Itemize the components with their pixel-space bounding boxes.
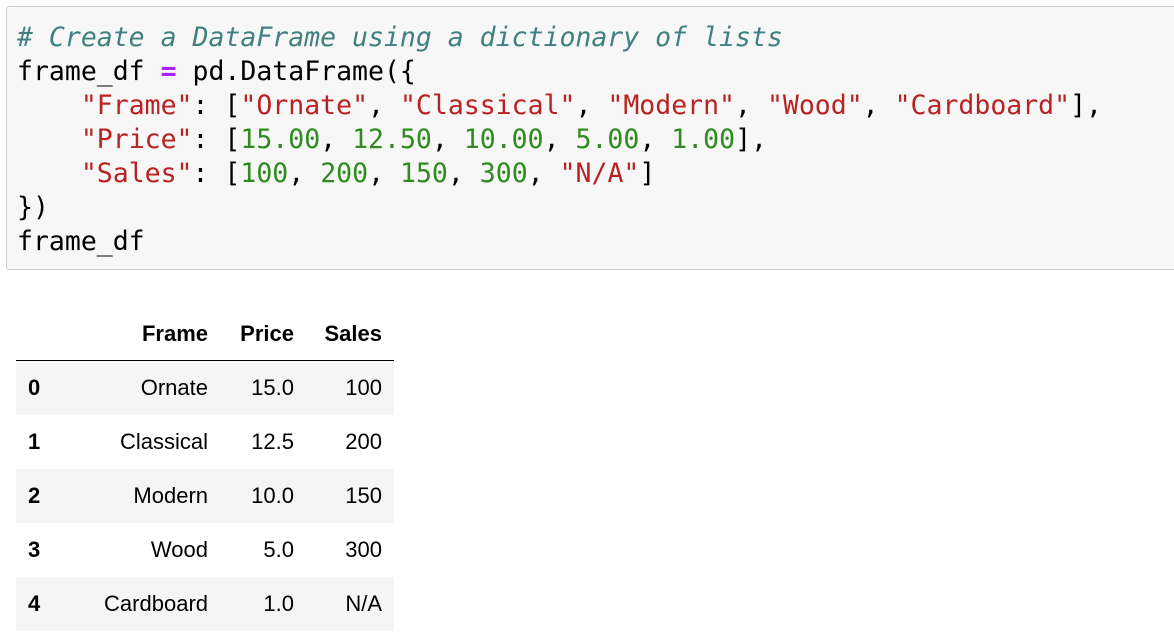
code-input-cell[interactable]: # Create a DataFrame using a dictionary … [6, 6, 1174, 270]
column-header-frame: Frame [78, 308, 210, 361]
dataframe-output-table: Frame Price Sales 0 Ornate 15.0 100 1 Cl… [16, 308, 394, 631]
price-key: "Price" [80, 124, 193, 155]
code-close: }) [17, 192, 49, 223]
price-value: 1.00 [671, 124, 736, 155]
price-value: 5.00 [575, 124, 640, 155]
index-header [16, 308, 78, 361]
table-row: 2 Modern 10.0 150 [16, 469, 394, 523]
cell-frame: Classical [119, 429, 208, 454]
cell-frame: Cardboard [104, 591, 208, 616]
cell-price: 1.0 [263, 591, 294, 616]
cell-price: 5.0 [263, 537, 294, 562]
cell-sales: 150 [345, 483, 382, 508]
table-row: 3 Wood 5.0 300 [16, 523, 394, 577]
price-end: ], [735, 124, 767, 155]
column-header-sales: Sales [294, 308, 394, 361]
price-sep: : [ [192, 124, 241, 155]
cell-sales: 300 [345, 537, 382, 562]
assignment-operator: = [160, 56, 177, 87]
code-dataframe-call: pd.DataFrame({ [176, 56, 416, 87]
frame-end: ], [1070, 90, 1103, 121]
row-index: 1 [28, 429, 41, 454]
frame-value: "Ornate" [240, 90, 369, 121]
frame-key: "Frame" [80, 90, 193, 121]
frame-value: "Cardboard" [894, 90, 1071, 121]
cell-sales: N/A [345, 591, 382, 616]
frame-sep: : [ [192, 90, 241, 121]
frame-value: "Classical" [399, 90, 576, 121]
row-index: 0 [28, 375, 41, 400]
cell-price: 15.0 [251, 375, 294, 400]
sales-value: 200 [320, 158, 369, 189]
column-header-price: Price [210, 308, 294, 361]
sales-value: 300 [479, 158, 528, 189]
table-row: 1 Classical 12.5 200 [16, 415, 394, 469]
row-index: 3 [28, 537, 41, 562]
code-assignment-target: frame_df [17, 56, 161, 87]
cell-frame: Ornate [140, 375, 208, 400]
row-index: 4 [28, 591, 41, 616]
table-row: 0 Ornate 15.0 100 [16, 360, 394, 415]
sales-sep: : [ [192, 158, 241, 189]
cell-price: 12.5 [251, 429, 294, 454]
price-value: 12.50 [352, 124, 432, 155]
code-editor[interactable]: # Create a DataFrame using a dictionary … [17, 21, 1102, 259]
cell-frame: Modern [133, 483, 208, 508]
code-comment: # Create a DataFrame using a dictionary … [17, 22, 783, 53]
cell-price: 10.0 [251, 483, 294, 508]
table-row: 4 Cardboard 1.0 N/A [16, 577, 394, 631]
price-value: 15.00 [240, 124, 321, 155]
price-value: 10.00 [463, 124, 544, 155]
sales-end: ] [639, 158, 656, 189]
row-index: 2 [28, 483, 41, 508]
frame-value: "Wood" [766, 90, 863, 121]
code-output-expression: frame_df [17, 226, 145, 257]
sales-value: 100 [240, 158, 289, 189]
table-header-row: Frame Price Sales [16, 308, 394, 361]
sales-value: 150 [399, 158, 448, 189]
cell-sales: 100 [345, 375, 382, 400]
cell-sales: 200 [345, 429, 382, 454]
sales-string-value: "N/A" [559, 158, 640, 189]
sales-key: "Sales" [80, 158, 193, 189]
frame-value: "Modern" [607, 90, 736, 121]
cell-frame: Wood [150, 537, 208, 562]
